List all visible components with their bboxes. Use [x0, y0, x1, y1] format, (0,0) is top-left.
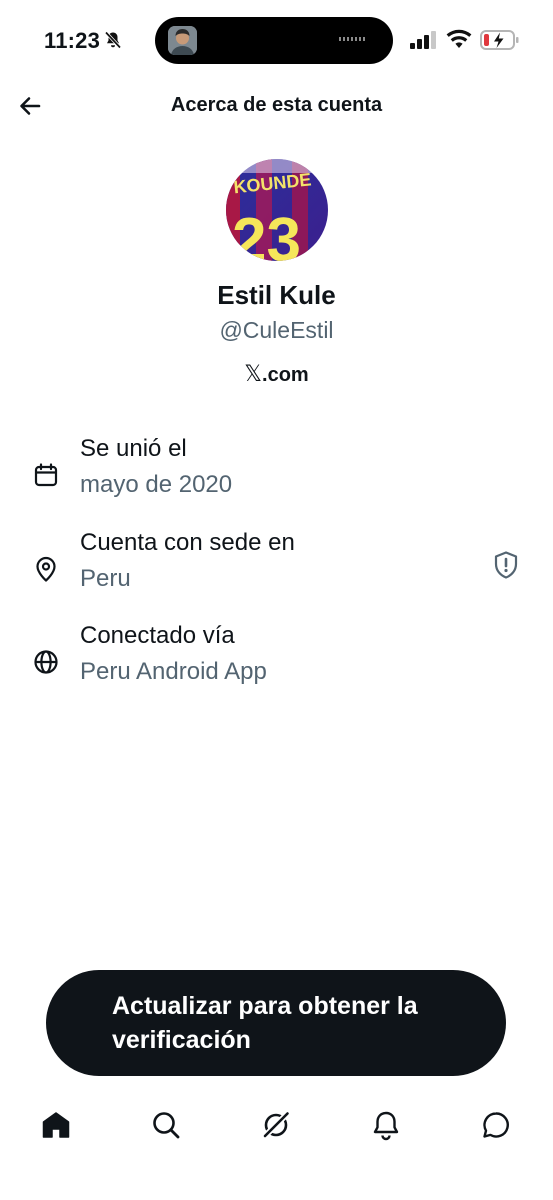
notifications-icon[interactable] — [369, 1108, 403, 1142]
dynamic-island[interactable] — [155, 17, 393, 64]
signal-icon — [410, 31, 436, 49]
get-verified-label: Actualizar para obtener la verificación — [112, 992, 418, 1054]
facetime-avatar-thumbnail — [168, 26, 197, 55]
island-activity-dots — [339, 37, 367, 41]
joined-date-row: Se unió el mayo de 2020 — [0, 435, 553, 515]
location-title: Cuenta con sede en — [80, 529, 295, 556]
x-logo-glyph: 𝕏 — [244, 362, 263, 387]
location-value: Peru — [80, 565, 131, 592]
search-icon[interactable] — [149, 1108, 183, 1142]
shield-alert-icon[interactable] — [492, 550, 520, 580]
bell-slash-icon — [104, 31, 122, 49]
connected-via-row: Conectado vía Peru Android App — [0, 622, 553, 702]
location-row: Cuenta con sede en Peru — [0, 529, 553, 609]
avatar[interactable]: KOUNDE 23 — [226, 159, 328, 261]
about-account-screen: 11:23 Acerca de esta cuenta KOUNDE 23 Es… — [0, 0, 553, 1200]
top-app-bar: Acerca de esta cuenta — [0, 80, 553, 132]
connected-via-value: Peru Android App — [80, 658, 267, 685]
status-time: 11:23 — [44, 28, 101, 53]
joined-title: Se unió el — [80, 435, 187, 462]
grok-icon[interactable] — [259, 1108, 293, 1142]
get-verified-button[interactable]: Actualizar para obtener la verificación — [46, 970, 506, 1076]
battery-charging-icon — [480, 30, 519, 50]
bottom-tab-bar — [0, 1098, 553, 1158]
wifi-icon — [446, 29, 472, 48]
home-icon[interactable] — [39, 1108, 73, 1142]
location-pin-icon — [36, 556, 56, 582]
page-title: Acerca de esta cuenta — [170, 94, 383, 116]
globe-icon — [34, 650, 58, 674]
messages-icon[interactable] — [479, 1108, 513, 1142]
avatar-jersey-number: 23 — [232, 206, 301, 261]
status-bar: 11:23 — [0, 0, 553, 80]
domain-suffix: .com — [262, 364, 309, 386]
x-com-label: 𝕏.com — [0, 362, 553, 387]
joined-value: mayo de 2020 — [80, 471, 233, 498]
calendar-icon — [34, 463, 58, 487]
connected-via-title: Conectado vía — [80, 622, 235, 649]
display-name: Estil Kule — [217, 280, 336, 310]
username-handle: @CuleEstil — [219, 317, 334, 343]
